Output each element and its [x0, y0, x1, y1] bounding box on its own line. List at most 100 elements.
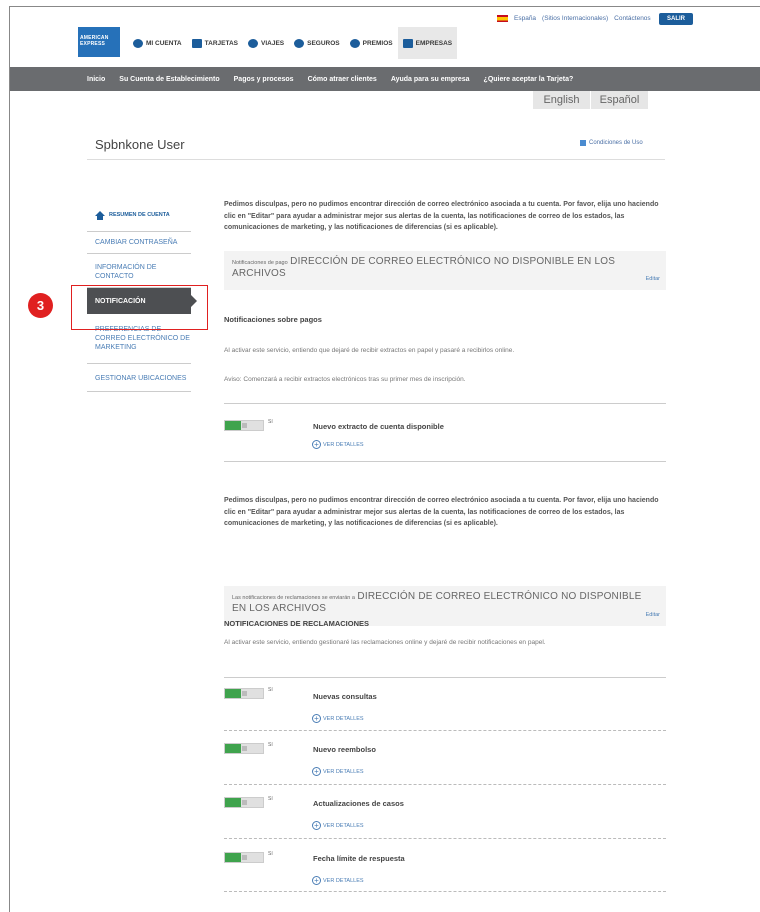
divider	[224, 461, 666, 462]
top-header: España (Sitios Internacionales) Contácte…	[10, 7, 760, 67]
details-link[interactable]: + VER DETALLES	[312, 714, 364, 723]
toggle-switch[interactable]	[224, 852, 264, 863]
document-icon	[580, 140, 586, 146]
details-label: VER DETALLES	[323, 822, 364, 829]
claims-apology-text: Pedimos disculpas, pero no pudimos encon…	[224, 497, 659, 527]
terms-link[interactable]: Condiciones de Uso	[580, 140, 643, 146]
logout-button[interactable]: SALIR	[659, 13, 693, 25]
gift-icon	[349, 38, 360, 48]
subnav-ayuda[interactable]: Ayuda para su empresa	[384, 76, 477, 83]
toggle-knob	[242, 800, 247, 805]
dashed-divider	[224, 730, 666, 731]
toggle-on-fill	[225, 853, 241, 862]
highlight-box	[71, 285, 208, 330]
spain-flag-icon	[497, 15, 508, 22]
dashed-divider	[224, 891, 666, 892]
lang-espanol[interactable]: Español	[591, 91, 649, 109]
nav-mi-cuenta[interactable]: MI CUENTA	[128, 27, 187, 59]
nav-label: SEGUROS	[307, 39, 340, 47]
row-title: Fecha límite de respuesta	[313, 854, 405, 863]
claims-toggle-row: Sí Nuevas consultas + VER DETALLES	[224, 686, 666, 730]
shield-icon	[294, 38, 305, 48]
toggle-switch[interactable]	[224, 797, 264, 808]
details-label: VER DETALLES	[323, 768, 364, 775]
claims-text: Al activar este servicio, entiendo gesti…	[224, 639, 546, 646]
toggle-label: Sí	[268, 687, 273, 693]
lang-english[interactable]: English	[533, 91, 591, 109]
subnav-atraer-clientes[interactable]: Cómo atraer clientes	[301, 76, 384, 83]
subnav-pagos[interactable]: Pagos y procesos	[227, 76, 301, 83]
toggle-label: Sí	[268, 419, 273, 425]
claims-toggle-row: Sí Nuevo reembolso + VER DETALLES	[224, 741, 666, 785]
details-link[interactable]: + VER DETALLES	[312, 767, 364, 776]
claims-edit-link[interactable]: Editar	[646, 612, 660, 618]
toggle-on-fill	[225, 421, 241, 430]
dashed-divider	[224, 838, 666, 839]
row-title: Nuevo reembolso	[313, 745, 376, 754]
toggle-knob	[242, 746, 247, 751]
row-title: Nuevas consultas	[313, 692, 377, 701]
payments-edit-link[interactable]: Editar	[646, 276, 660, 282]
utility-links: España (Sitios Internacionales) Contácte…	[497, 15, 651, 22]
details-link[interactable]: + VER DETALLES	[312, 821, 364, 830]
subnav-aceptar-tarjeta[interactable]: ¿Quiere aceptar la Tarjeta?	[477, 76, 581, 83]
nav-label: TARJETAS	[204, 39, 238, 47]
payments-email-status: DIRECCIÓN DE CORREO ELECTRÓNICO NO DISPO…	[232, 256, 616, 279]
country-link[interactable]: España	[514, 15, 536, 22]
claims-heading: NOTIFICACIONES DE RECLAMACIONES	[224, 619, 370, 628]
toggle-on-fill	[225, 744, 241, 753]
card-icon	[191, 38, 202, 48]
toggle-label: Sí	[268, 796, 273, 802]
intl-sites-link[interactable]: (Sitios Internacionales)	[542, 15, 608, 22]
divider	[224, 403, 666, 404]
step-callout-badge: 3	[28, 293, 53, 318]
payments-text-2: Aviso: Comenzará a recibir extractos ele…	[224, 376, 466, 383]
sidebar-item-label: RESUMEN DE CUENTA	[109, 212, 170, 218]
window-frame-left	[9, 6, 10, 912]
plus-circle-icon: +	[312, 767, 321, 776]
sidebar-item-cambiar-contrasena[interactable]: CAMBIAR CONTRASEÑA	[87, 232, 191, 254]
briefcase-icon	[402, 38, 413, 48]
subnav-cuenta-establecimiento[interactable]: Su Cuenta de Establecimiento	[112, 76, 226, 83]
sidebar-item-gestionar-ubicaciones[interactable]: GESTIONAR UBICACIONES	[87, 364, 191, 392]
details-label: VER DETALLES	[323, 715, 364, 722]
home-icon	[95, 211, 105, 220]
toggle-switch[interactable]	[224, 688, 264, 699]
plus-circle-icon: +	[312, 440, 321, 449]
divider	[224, 677, 666, 678]
details-link[interactable]: + VER DETALLES	[312, 440, 364, 449]
plus-circle-icon: +	[312, 714, 321, 723]
toggle-on-fill	[225, 798, 241, 807]
nav-viajes[interactable]: VIAJES	[243, 27, 289, 59]
nav-tarjetas[interactable]: TARJETAS	[187, 27, 243, 59]
details-label: VER DETALLES	[323, 877, 364, 884]
plus-circle-icon: +	[312, 876, 321, 885]
details-link[interactable]: + VER DETALLES	[312, 876, 364, 885]
toggle-switch[interactable]	[224, 743, 264, 754]
nav-empresas[interactable]: EMPRESAS	[397, 27, 458, 59]
nav-label: EMPRESAS	[415, 39, 453, 47]
toggle-label: Sí	[268, 851, 273, 857]
payments-toggle-row: Sí Nuevo extracto de cuenta disponible +…	[224, 418, 666, 462]
terms-label: Condiciones de Uso	[589, 140, 643, 146]
payments-apology-text: Pedimos disculpas, pero no pudimos encon…	[224, 201, 659, 231]
page-title: Spbnkone User	[95, 137, 185, 152]
details-label: VER DETALLES	[323, 441, 364, 448]
toggle-switch[interactable]	[224, 420, 264, 431]
nav-label: VIAJES	[261, 39, 285, 47]
subnav-inicio[interactable]: Inicio	[80, 76, 112, 83]
sidebar-item-resumen[interactable]: RESUMEN DE CUENTA	[87, 200, 191, 232]
plus-circle-icon: +	[312, 821, 321, 830]
payments-heading: Notificaciones sobre pagos	[224, 315, 322, 324]
amex-logo[interactable]: AMERICAN EXPRESS	[78, 27, 120, 57]
divider	[87, 159, 665, 160]
row-title: Actualizaciones de casos	[313, 799, 404, 808]
toggle-knob	[242, 691, 247, 696]
toggle-knob	[242, 423, 247, 428]
person-icon	[133, 38, 143, 48]
nav-premios[interactable]: PREMIOS	[345, 27, 398, 59]
sidebar-item-informacion-contacto[interactable]: INFORMACIÓN DE CONTACTO	[87, 254, 191, 288]
nav-seguros[interactable]: SEGUROS	[289, 27, 345, 59]
toggle-label: Sí	[268, 742, 273, 748]
contact-link[interactable]: Contáctenos	[614, 15, 651, 22]
